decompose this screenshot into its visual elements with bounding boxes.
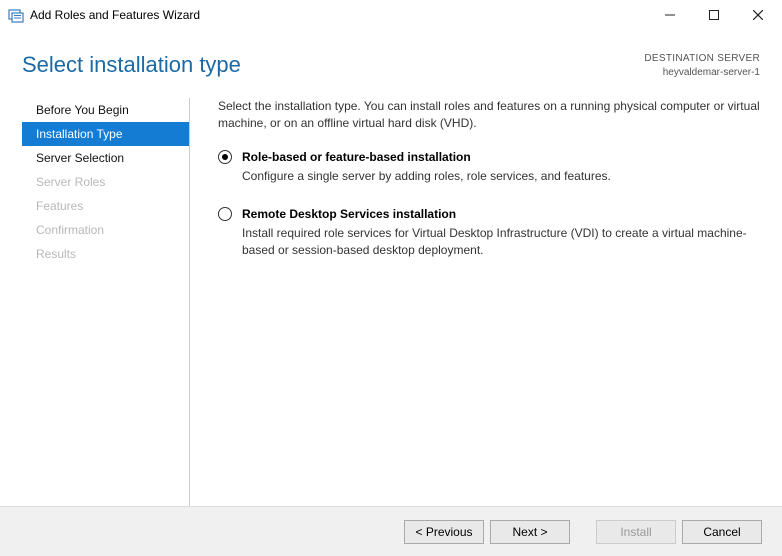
nav-before-you-begin[interactable]: Before You Begin	[22, 98, 189, 122]
previous-button[interactable]: < Previous	[404, 520, 484, 544]
main-pane: Select the installation type. You can in…	[218, 98, 760, 508]
option-desc: Install required role services for Virtu…	[242, 225, 760, 260]
next-button[interactable]: Next >	[490, 520, 570, 544]
option-title: Role-based or feature-based installation	[242, 149, 760, 166]
window-controls	[648, 1, 780, 29]
button-bar: < Previous Next > Install Cancel	[0, 506, 782, 556]
nav-features: Features	[22, 194, 189, 218]
cancel-button[interactable]: Cancel	[682, 520, 762, 544]
destination-server: heyvaldemar-server-1	[644, 66, 760, 80]
nav-installation-type[interactable]: Installation Type	[22, 122, 189, 146]
option-role-based[interactable]: Role-based or feature-based installation…	[218, 149, 760, 186]
maximize-button[interactable]	[692, 1, 736, 29]
intro-text: Select the installation type. You can in…	[218, 98, 760, 133]
option-title: Remote Desktop Services installation	[242, 206, 760, 223]
page-header: Select installation type DESTINATION SER…	[22, 52, 760, 80]
option-desc: Configure a single server by adding role…	[242, 168, 760, 185]
close-button[interactable]	[736, 1, 780, 29]
window-title: Add Roles and Features Wizard	[30, 8, 648, 22]
wizard-icon	[8, 7, 24, 23]
destination-label: DESTINATION SERVER	[644, 52, 760, 66]
destination-box: DESTINATION SERVER heyvaldemar-server-1	[644, 52, 760, 80]
wizard-nav: Before You Begin Installation Type Serve…	[22, 98, 190, 508]
nav-results: Results	[22, 242, 189, 266]
minimize-button[interactable]	[648, 1, 692, 29]
nav-confirmation: Confirmation	[22, 218, 189, 242]
nav-server-selection[interactable]: Server Selection	[22, 146, 189, 170]
radio-icon[interactable]	[218, 207, 232, 221]
install-button: Install	[596, 520, 676, 544]
title-bar: Add Roles and Features Wizard	[0, 0, 782, 30]
page-title: Select installation type	[22, 52, 644, 78]
radio-icon[interactable]	[218, 150, 232, 164]
option-remote-desktop[interactable]: Remote Desktop Services installation Ins…	[218, 206, 760, 260]
nav-server-roles: Server Roles	[22, 170, 189, 194]
